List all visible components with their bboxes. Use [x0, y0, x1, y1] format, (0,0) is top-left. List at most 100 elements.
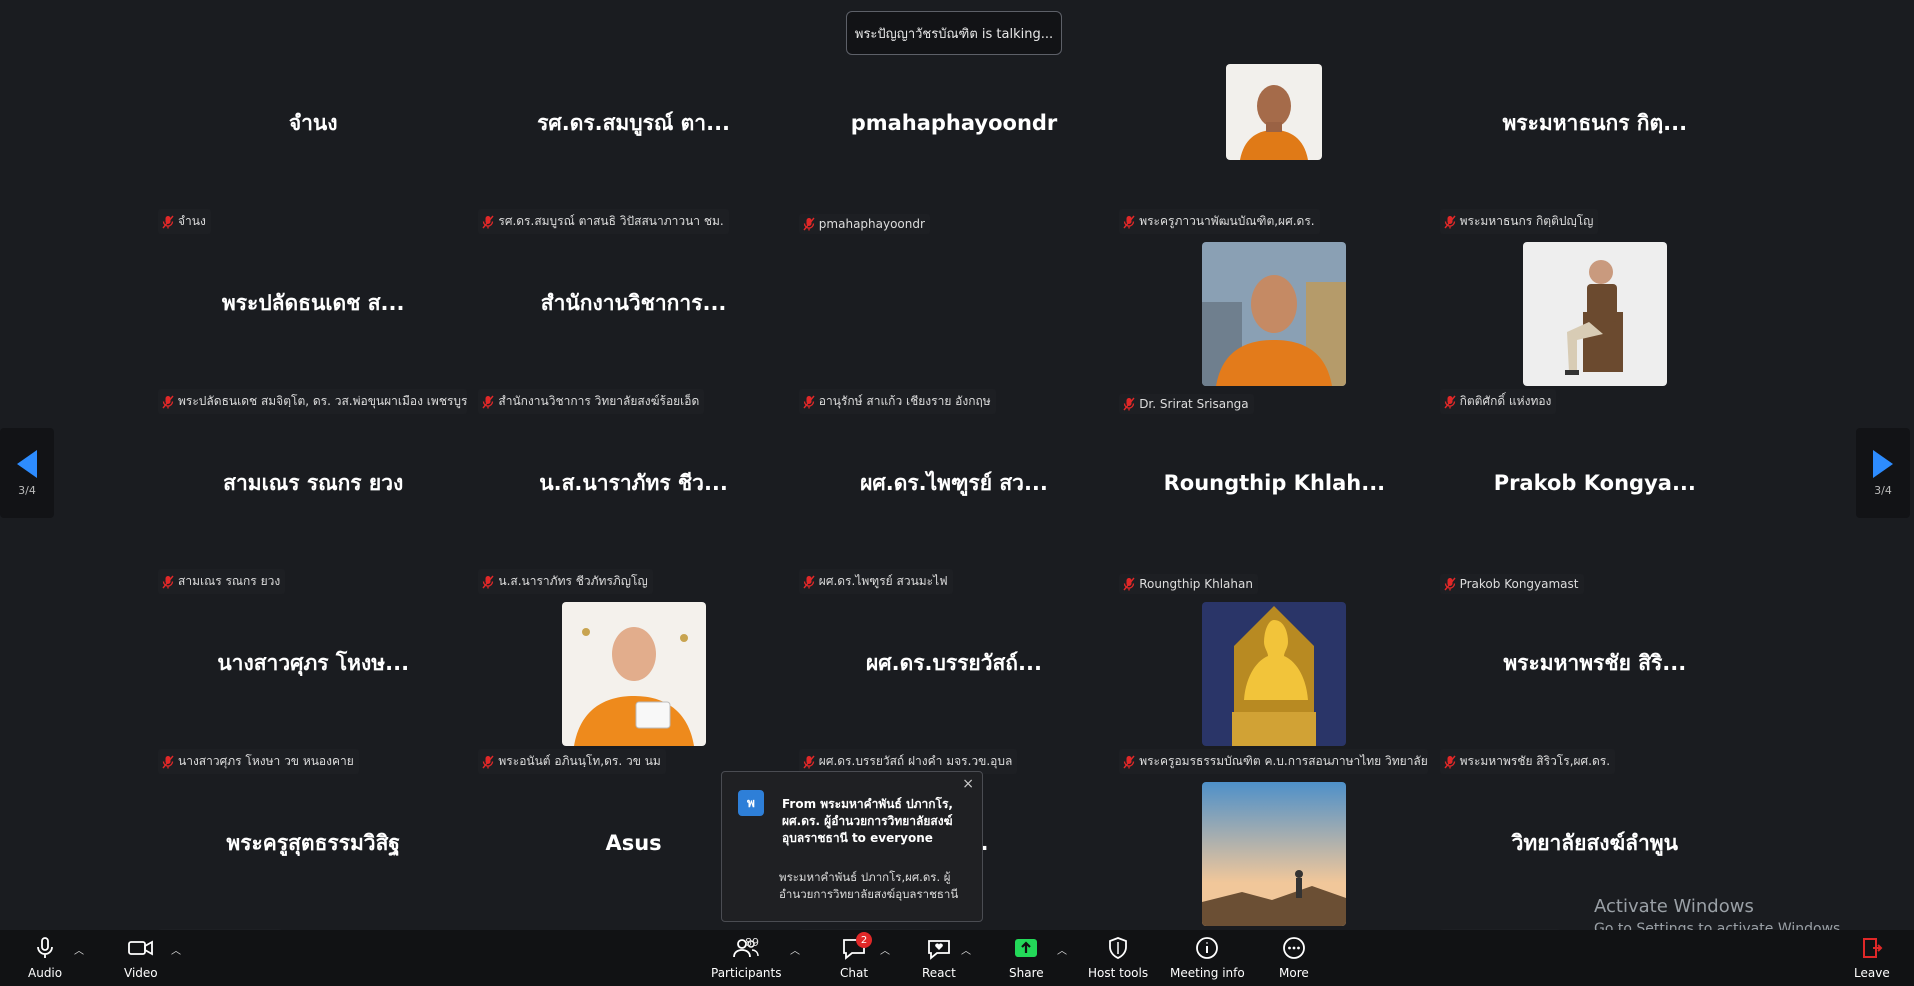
participant-name-text: ผศ.ดร.บรรยวัสถ์ ฝางคำ มจร.วข.อุบล: [818, 754, 1013, 768]
participant-name-text: พระครูภาวนาพัฒนบัณฑิต,ผศ.ดร.: [1139, 214, 1315, 228]
participant-name-text: Roungthip Khlahan: [1139, 577, 1253, 591]
participant-tile[interactable]: Dr. Srirat Srisanga: [1114, 238, 1434, 418]
react-options-caret[interactable]: ︿: [961, 942, 971, 957]
participant-name-text: อานุรักษ์ สาแก้ว เชียงราย อังกฤษ: [818, 394, 991, 408]
participant-display-name: สำนักงานวิชาการ...: [540, 290, 727, 315]
talking-indicator: พระปัญญาวัชรบัณฑิต is talking...: [846, 11, 1062, 55]
participants-button[interactable]: 89 Participants: [711, 936, 782, 980]
participant-name-label: จำนง: [158, 209, 211, 234]
chat-label: Chat: [840, 966, 869, 980]
participant-name-text: สำนักงานวิชาการ วิทยาลัยสงฆ์ร้อยเอ็ด: [498, 394, 700, 408]
participant-name-label: Dr. Srirat Srisanga: [1119, 394, 1254, 414]
participant-name-label: พระครูภาวนาพัฒนบัณฑิต,ผศ.ดร.: [1119, 209, 1320, 234]
participant-tile[interactable]: ผศ.ดร.ไพฑูรย์ สว... ผศ.ดร.ไพฑูรย์ สวนมะไฟ: [794, 418, 1114, 598]
share-options-caret[interactable]: ︿: [1057, 942, 1067, 957]
participant-name-text: ผศ.ดร.ไพฑูรย์ สวนมะไฟ: [818, 574, 948, 588]
mic-muted-icon: [162, 755, 174, 768]
participant-name-label: สำนักงานวิชาการ วิทยาลัยสงฆ์ร้อยเอ็ด: [478, 389, 705, 414]
participant-tile[interactable]: pmahaphayoondr pmahaphayoondr: [794, 58, 1114, 238]
participant-video-monk-selfie: [1202, 242, 1347, 386]
more-button[interactable]: More: [1279, 936, 1309, 980]
participant-tile[interactable]: พระครูอมรธรรมบัณฑิต ค.บ.การสอนภาษาไทย วิ…: [1114, 598, 1434, 778]
chat-notification[interactable]: พ From พระมหาคำพันธ์ ปภากโร, ผศ.ดร. ผู้อ…: [721, 771, 983, 922]
mic-muted-icon: [1123, 397, 1135, 411]
leave-button[interactable]: Leave: [1854, 936, 1890, 980]
video-button[interactable]: Video: [124, 936, 158, 980]
audio-options-caret[interactable]: ︿: [74, 942, 84, 957]
participant-tile[interactable]: พระมหาพรชัย สิริ... พระมหาพรชัย สิริวโร,ผ…: [1435, 598, 1755, 778]
video-options-caret[interactable]: ︿: [171, 942, 181, 957]
share-button[interactable]: Share: [1009, 936, 1044, 980]
participant-tile[interactable]: สามเณร รณกร ยวง สามเณร รณกร ยวง: [153, 418, 473, 598]
participant-display-name: วิทยาลัยสงฆ์ลำพูน: [1511, 830, 1678, 855]
participant-tile[interactable]: น.ส.นาราภัทร ชีว... น.ส.นาราภัทร ชีวภัทรภ…: [473, 418, 793, 598]
mic-muted-icon: [482, 575, 494, 588]
next-page-button[interactable]: 3/4: [1856, 428, 1910, 518]
participant-tile[interactable]: รศ.ดร.สมบูรณ์ ตา... รศ.ดร.สมบูรณ์ ตาสนธิ …: [473, 58, 793, 238]
mic-muted-icon: [162, 395, 174, 408]
participant-display-name: พระมหาธนกร กิตฺ...: [1502, 110, 1688, 135]
participant-display-name: สามเณร รณกร ยวง: [223, 470, 404, 495]
participant-display-name: พระมหาพรชัย สิริ...: [1503, 650, 1687, 675]
host-tools-button[interactable]: Host tools: [1088, 936, 1148, 980]
participant-tile[interactable]: Roungthip Khlah... Roungthip Khlahan: [1114, 418, 1434, 598]
leave-icon: [1862, 938, 1883, 958]
chat-notification-title: From พระมหาคำพันธ์ ปภากโร, ผศ.ดร. ผู้อำน…: [782, 797, 953, 845]
chat-options-caret[interactable]: ︿: [880, 942, 890, 957]
participant-tile[interactable]: พระอนันต์ อภินนฺโท,ดร. วข นม: [473, 598, 793, 778]
participant-tile[interactable]: พระปลัดธนเดช ส... พระปลัดธนเดช สมจิตฺโต, …: [153, 238, 473, 418]
participant-name-label: พระปลัดธนเดช สมจิตฺโต, ดร. วส.พ่อขุนผาเม…: [158, 389, 467, 414]
participant-tile[interactable]: พระครูภาวนาพัฒนบัณฑิต,ผศ.ดร.: [1114, 58, 1434, 238]
mic-muted-icon: [803, 755, 815, 768]
watermark-title: Activate Windows: [1594, 896, 1754, 917]
mic-muted-icon: [1444, 755, 1456, 768]
participant-name-text: พระอนันต์ อภินนฺโท,ดร. วข นม: [498, 754, 661, 768]
participants-options-caret[interactable]: ︿: [790, 942, 800, 957]
audio-label: Audio: [28, 966, 63, 980]
participant-tile[interactable]: จำนง จำนง: [153, 58, 473, 238]
react-button[interactable]: React: [922, 936, 956, 980]
participant-name-label: รศ.ดร.สมบูรณ์ ตาสนธิ วิปัสสนาภาวนา ชม.: [478, 209, 729, 234]
participant-name-label: พระมหาพรชัย สิริวโร,ผศ.ดร.: [1439, 749, 1616, 774]
participants-count: 89: [745, 936, 759, 949]
participant-tile[interactable]: Prakob Kongya... Prakob Kongyamast: [1435, 418, 1755, 598]
participant-video-golden-buddha: [1202, 602, 1347, 746]
video-label: Video: [124, 966, 158, 980]
close-icon[interactable]: ×: [962, 776, 974, 792]
participant-name-text: น.ส.นาราภัทร ชีวภัทรภิญโญ: [498, 574, 648, 588]
participant-name-text: Prakob Kongyamast: [1459, 577, 1579, 591]
page-indicator: 3/4: [18, 483, 36, 497]
participant-display-name: ผศ.ดร.ไพฑูรย์ สว...: [860, 470, 1048, 495]
participant-name-label: pmahaphayoondr: [798, 214, 930, 234]
participant-video-man-in-chair: [1522, 242, 1667, 386]
participant-name-label: สามเณร รณกร ยวง: [158, 569, 286, 594]
participant-tile[interactable]: นางสาวศุภร โหงษ... นางสาวศุภร โหงษา วข หน…: [153, 598, 473, 778]
participant-name-text: รศ.ดร.สมบูรณ์ ตาสนธิ วิปัสสนาภาวนา ชม.: [498, 214, 724, 228]
participant-tile[interactable]: พระมหาธนกร กิตฺ... พระมหาธนกร กิตฺติปญฺโญ: [1435, 58, 1755, 238]
chat-notification-message: พระมหาคำพันธ์ ปภากโร,ผศ.ดร. ผู้อำนวยการว…: [779, 870, 959, 901]
participant-name-label: Prakob Kongyamast: [1439, 574, 1584, 594]
mic-muted-icon: [1444, 395, 1456, 408]
more-icon: [1282, 937, 1305, 959]
participant-tile[interactable]: กิตติศักดิ์ แห่งทอง: [1435, 238, 1755, 418]
meeting-info-label: Meeting info: [1170, 966, 1245, 980]
more-label: More: [1279, 966, 1309, 980]
audio-button[interactable]: Audio: [28, 936, 62, 980]
leave-label: Leave: [1854, 966, 1890, 980]
participant-video-monk-with-tablet: [561, 602, 706, 746]
participant-tile[interactable]: ผศ.ดร.บรรยวัสถ์... ผศ.ดร.บรรยวัสถ์ ฝางคำ …: [794, 598, 1114, 778]
participant-tile[interactable]: สำนักงานวิชาการ... สำนักงานวิชาการ วิทยาล…: [473, 238, 793, 418]
participant-name-text: pmahaphayoondr: [818, 217, 925, 231]
participant-video-monk-portrait: [1226, 64, 1323, 160]
meeting-info-button[interactable]: Meeting info: [1170, 936, 1245, 980]
microphone-icon: [37, 937, 53, 958]
page-indicator: 3/4: [1874, 483, 1892, 497]
heart-icon: [928, 940, 950, 960]
participant-tile[interactable]: อานุรักษ์ สาแก้ว เชียงราย อังกฤษ: [794, 238, 1114, 418]
participant-name-label: น.ส.นาราภัทร ชีวภัทรภิญโญ: [478, 569, 653, 594]
participant-name-label: นางสาวศุภร โหงษา วข หนองคาย: [158, 749, 359, 774]
chat-unread-badge: 2: [856, 932, 872, 948]
prev-page-button[interactable]: 3/4: [0, 428, 54, 518]
chat-button[interactable]: 2 Chat: [840, 932, 872, 980]
share-label: Share: [1009, 966, 1044, 980]
